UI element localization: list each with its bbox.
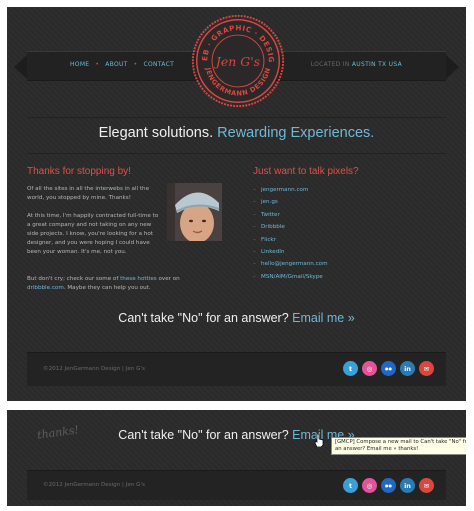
link-flickr[interactable]: Flickr <box>253 237 328 249</box>
tagline: Elegant solutions. Rewarding Experiences… <box>98 125 375 141</box>
footer-hover: ©2012 JenGermann Design | Jen G's t ◎ ●●… <box>27 470 446 500</box>
nav-home-link[interactable]: HOME <box>70 61 89 68</box>
intro-paragraph-1: Of all the sites in all the interwebs in… <box>27 186 150 201</box>
jen-gs-seal-logo[interactable]: WEB · GRAPHIC · DESIGN JENGERMANN DESIGN… <box>190 13 286 109</box>
copyright-text: ©2012 JenGermann Design | Jen G's <box>43 366 145 372</box>
linkedin-icon[interactable]: in <box>400 478 415 493</box>
link-jen-gs[interactable]: jen.gs <box>253 199 328 211</box>
location-text: LOCATED IN AUSTIN TX USA <box>310 61 402 68</box>
flickr-icon[interactable]: ●● <box>381 361 396 376</box>
link-jengermann-com[interactable]: jengermann.com <box>253 187 328 199</box>
main-page-panel: HOME • ABOUT • CONTACT LOCATED IN AUSTIN… <box>7 7 466 401</box>
main-nav: HOME • ABOUT • CONTACT <box>70 61 174 68</box>
nav-contact-link[interactable]: CONTACT <box>144 61 175 68</box>
dribbble-icon[interactable]: ◎ <box>362 478 377 493</box>
email-cta: Can't take "No" for an answer? Email me … <box>118 311 355 325</box>
link-tooltip: [GMCP] Compose a new mail to Can't take … <box>331 437 466 456</box>
copyright-text-hover: ©2012 JenGermann Design | Jen G's <box>43 482 145 488</box>
link-twitter[interactable]: Twitter <box>253 212 328 224</box>
linkedin-icon[interactable]: in <box>400 361 415 376</box>
twitter-icon[interactable]: t <box>343 361 358 376</box>
location-city: AUSTIN TX USA <box>351 61 402 68</box>
divider <box>27 117 446 118</box>
svg-text:Jen G's: Jen G's <box>213 54 260 69</box>
social-icons-hover: t ◎ ●● in ✉ <box>343 478 434 493</box>
flickr-icon[interactable]: ●● <box>381 478 396 493</box>
link-messengers[interactable]: MSN/AIM/Gmail/Skype <box>253 274 328 286</box>
hover-state-panel: thanks! Can't take "No" for an answer? E… <box>7 410 466 506</box>
link-email[interactable]: hello@jengermann.com <box>253 261 328 273</box>
divider <box>27 153 446 154</box>
link-dribbble[interactable]: Dribbble <box>253 224 328 236</box>
dribbble-link[interactable]: dribbble.com <box>27 285 64 291</box>
contact-links-list: jengermann.com jen.gs Twitter Dribbble F… <box>253 187 328 286</box>
email-me-link[interactable]: Email me » <box>292 311 355 325</box>
email-icon[interactable]: ✉ <box>419 478 434 493</box>
social-icons: t ◎ ●● in ✉ <box>343 361 434 376</box>
twitter-icon[interactable]: t <box>343 478 358 493</box>
dribbble-icon[interactable]: ◎ <box>362 361 377 376</box>
footer: ©2012 JenGermann Design | Jen G's t ◎ ●●… <box>27 352 446 386</box>
nav-about-link[interactable]: ABOUT <box>105 61 127 68</box>
nav-separator: • <box>133 61 138 68</box>
link-linkedin[interactable]: LinkedIn <box>253 249 328 261</box>
intro-heading: Thanks for stopping by! <box>27 166 131 177</box>
nav-separator: • <box>95 61 100 68</box>
profile-photo <box>167 183 222 241</box>
contact-heading: Just want to talk pixels? <box>253 166 359 177</box>
intro-paragraph-3: But don't cry; check our some of these h… <box>27 276 180 291</box>
email-icon[interactable]: ✉ <box>419 361 434 376</box>
hand-cursor-icon <box>314 434 324 447</box>
hotties-link[interactable]: these hotties <box>120 276 157 282</box>
